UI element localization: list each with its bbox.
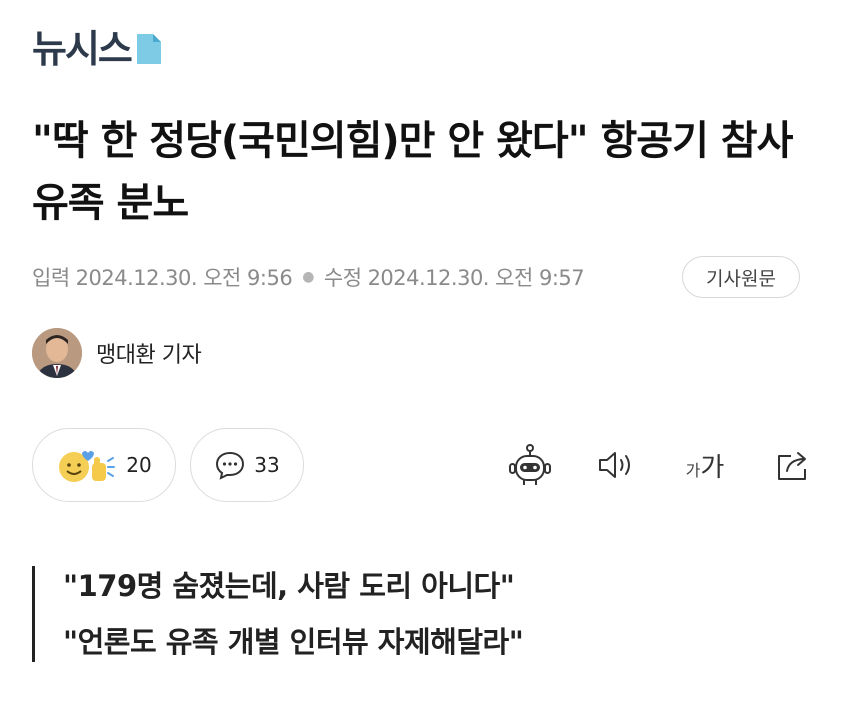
- brand-mark-icon: [136, 34, 161, 64]
- reaction-emoji-icon: [59, 451, 116, 482]
- separator-dot: ●: [302, 269, 314, 285]
- listen-button[interactable]: [592, 440, 642, 490]
- share-icon: [778, 452, 806, 480]
- article-summary: "179명 숨졌는데, 사람 도리 아니다" "언론도 유족 개별 인터뷰 자제…: [32, 566, 524, 662]
- reaction-button[interactable]: 20: [32, 428, 176, 502]
- summary-line: "179명 숨졌는데, 사람 도리 아니다": [63, 569, 515, 603]
- speaker-icon: [599, 452, 630, 478]
- summary-line: "언론도 유족 개별 인터뷰 자제해달라": [63, 625, 524, 659]
- share-button[interactable]: [768, 440, 818, 490]
- article-headline: "딱 한 정당(국민의힘)만 안 왔다" 항공기 참사 유족 분노: [32, 118, 793, 226]
- font-size-button[interactable]: 가가: [680, 440, 730, 490]
- published-label: 입력: [32, 266, 70, 290]
- reporter-photo-icon: [32, 328, 82, 378]
- article-dates: 입력 2024.12.30. 오전 9:56 ● 수정 2024.12.30. …: [32, 262, 585, 292]
- robot-summary-icon: [509, 444, 551, 485]
- reaction-count: 20: [126, 453, 152, 477]
- comment-count: 33: [254, 453, 280, 477]
- reporter-byline[interactable]: 맹대환 기자: [32, 328, 202, 378]
- comment-icon: [216, 451, 245, 480]
- summary-bot-button[interactable]: [505, 440, 555, 490]
- modified-label: 수정: [323, 266, 362, 290]
- reporter-name: 맹대환 기자: [96, 343, 202, 368]
- brand-name: 뉴시스: [32, 27, 133, 71]
- font-size-icon: 가가: [685, 452, 725, 483]
- original-article-button[interactable]: 기사원문: [682, 256, 800, 298]
- comment-button[interactable]: 33: [190, 428, 304, 502]
- reporter-avatar[interactable]: [32, 328, 82, 378]
- brand-logo[interactable]: 뉴시스: [32, 30, 163, 68]
- modified-date: 2024.12.30. 오전 9:57: [367, 266, 585, 290]
- published-date: 2024.12.30. 오전 9:56: [75, 266, 293, 290]
